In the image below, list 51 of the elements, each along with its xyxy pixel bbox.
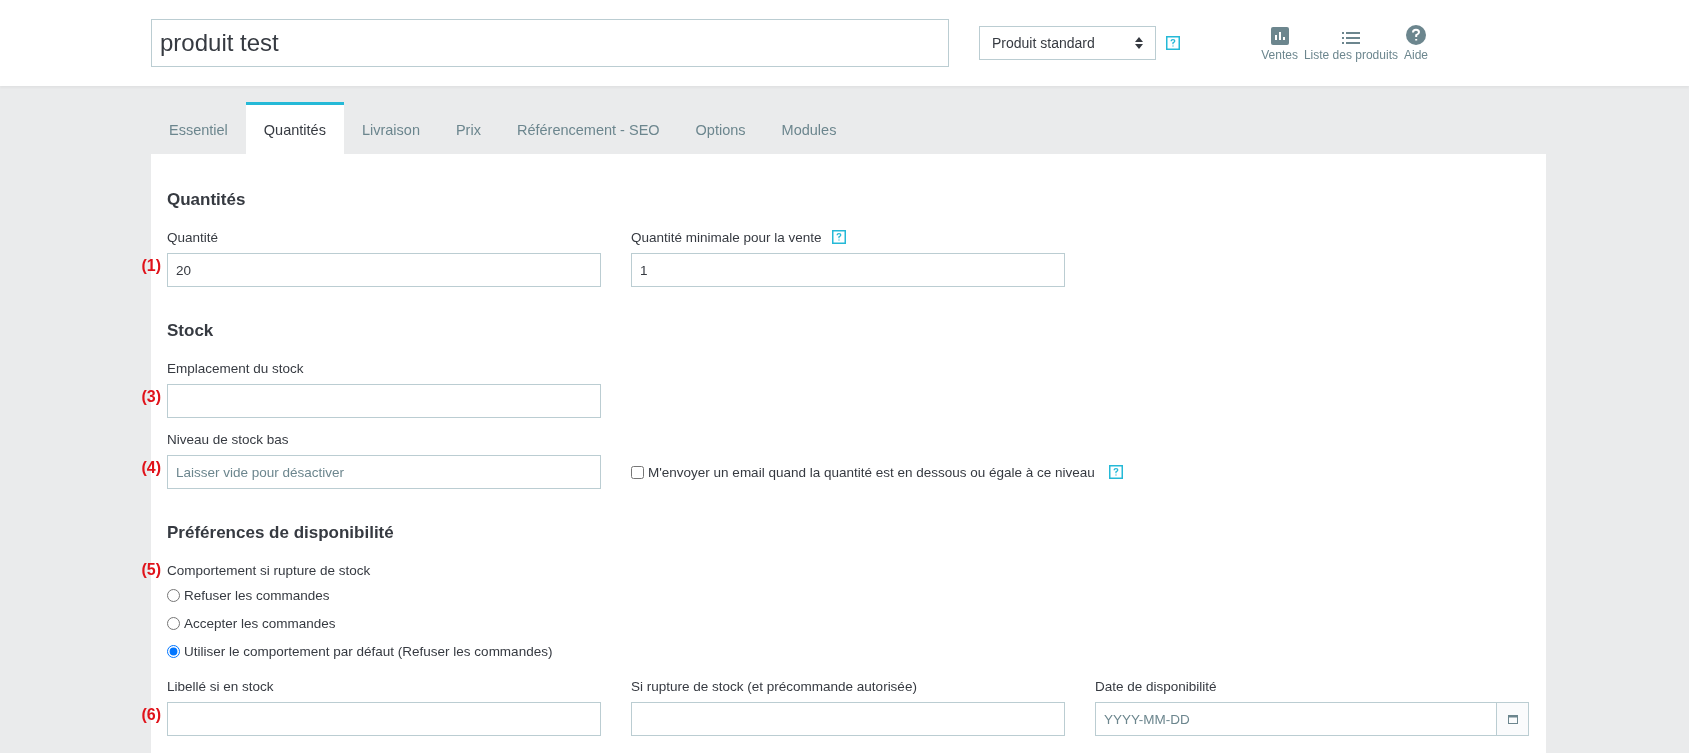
tab[interactable]: Prix — [437, 102, 499, 154]
field-label: Libellé si en stock — [167, 678, 274, 694]
annotation-marker: (4) — [141, 459, 161, 477]
checkbox-label: M'envoyer un email quand la quantité est en dessous ou égale à ce niveau — [648, 464, 1095, 480]
radio-label: Accepter les commandes — [184, 615, 336, 631]
annotation-marker: (3) — [141, 388, 161, 406]
section-title: Stock — [167, 321, 215, 341]
field-label: Quantité minimale pour la vente — [631, 229, 822, 245]
text-field[interactable] — [167, 384, 601, 418]
toolbar-action[interactable]: Liste des produits — [1302, 30, 1399, 62]
radio-label: Utiliser le comportement par défaut (Refuser les commandes) — [184, 643, 553, 659]
tab[interactable]: Livraison — [343, 102, 438, 154]
field-label: Quantité — [167, 229, 219, 245]
product-type-select[interactable]: Produit standard — [979, 26, 1156, 60]
help-icon[interactable] — [831, 230, 846, 244]
section-title: Quantités — [167, 190, 247, 210]
list-icon — [1341, 30, 1360, 45]
section-title: Préférences de disponibilité — [167, 523, 395, 543]
help-icon[interactable] — [1108, 465, 1123, 479]
product-name-field[interactable]: produit test — [151, 19, 949, 67]
radio-button[interactable] — [167, 588, 180, 602]
tab[interactable]: Quantités — [245, 102, 344, 154]
text-field[interactable]: Laisser vide pour désactiver — [167, 455, 601, 489]
annotation-marker: (6) — [141, 706, 161, 724]
annotation-marker: (1) — [141, 257, 161, 275]
toolbar-action[interactable]: Aide — [1402, 24, 1429, 62]
text-field[interactable] — [631, 702, 1065, 736]
help-icon — [1406, 24, 1426, 45]
bar-chart-icon — [1270, 26, 1289, 45]
field-label: Comportement si rupture de stock — [167, 562, 371, 578]
text-field[interactable]: 1 — [631, 253, 1065, 287]
caret-icon — [1135, 37, 1143, 49]
text-field[interactable] — [167, 702, 601, 736]
checkbox[interactable] — [631, 465, 644, 479]
radio-button[interactable] — [167, 644, 180, 658]
tab[interactable]: Essentiel — [151, 102, 246, 154]
tab[interactable]: Modules — [763, 102, 855, 154]
help-icon[interactable] — [1166, 36, 1180, 50]
field-label: Emplacement du stock — [167, 360, 304, 376]
tab[interactable]: Référencement - SEO — [498, 102, 678, 154]
toolbar-action[interactable]: Ventes — [1260, 26, 1299, 62]
field-label: Niveau de stock bas — [167, 431, 289, 447]
date-field[interactable]: YYYY-MM-DD — [1095, 702, 1497, 736]
field-label: Date de disponibilité — [1095, 678, 1217, 694]
tab[interactable]: Options — [677, 102, 764, 154]
calendar-icon[interactable] — [1507, 714, 1518, 724]
field-label: Si rupture de stock (et précommande autorisée) — [631, 678, 917, 694]
radio-label: Refuser les commandes — [184, 587, 330, 603]
text-field[interactable]: 20 — [167, 253, 601, 287]
radio-button[interactable] — [167, 616, 180, 630]
annotation-marker: (5) — [141, 561, 161, 579]
